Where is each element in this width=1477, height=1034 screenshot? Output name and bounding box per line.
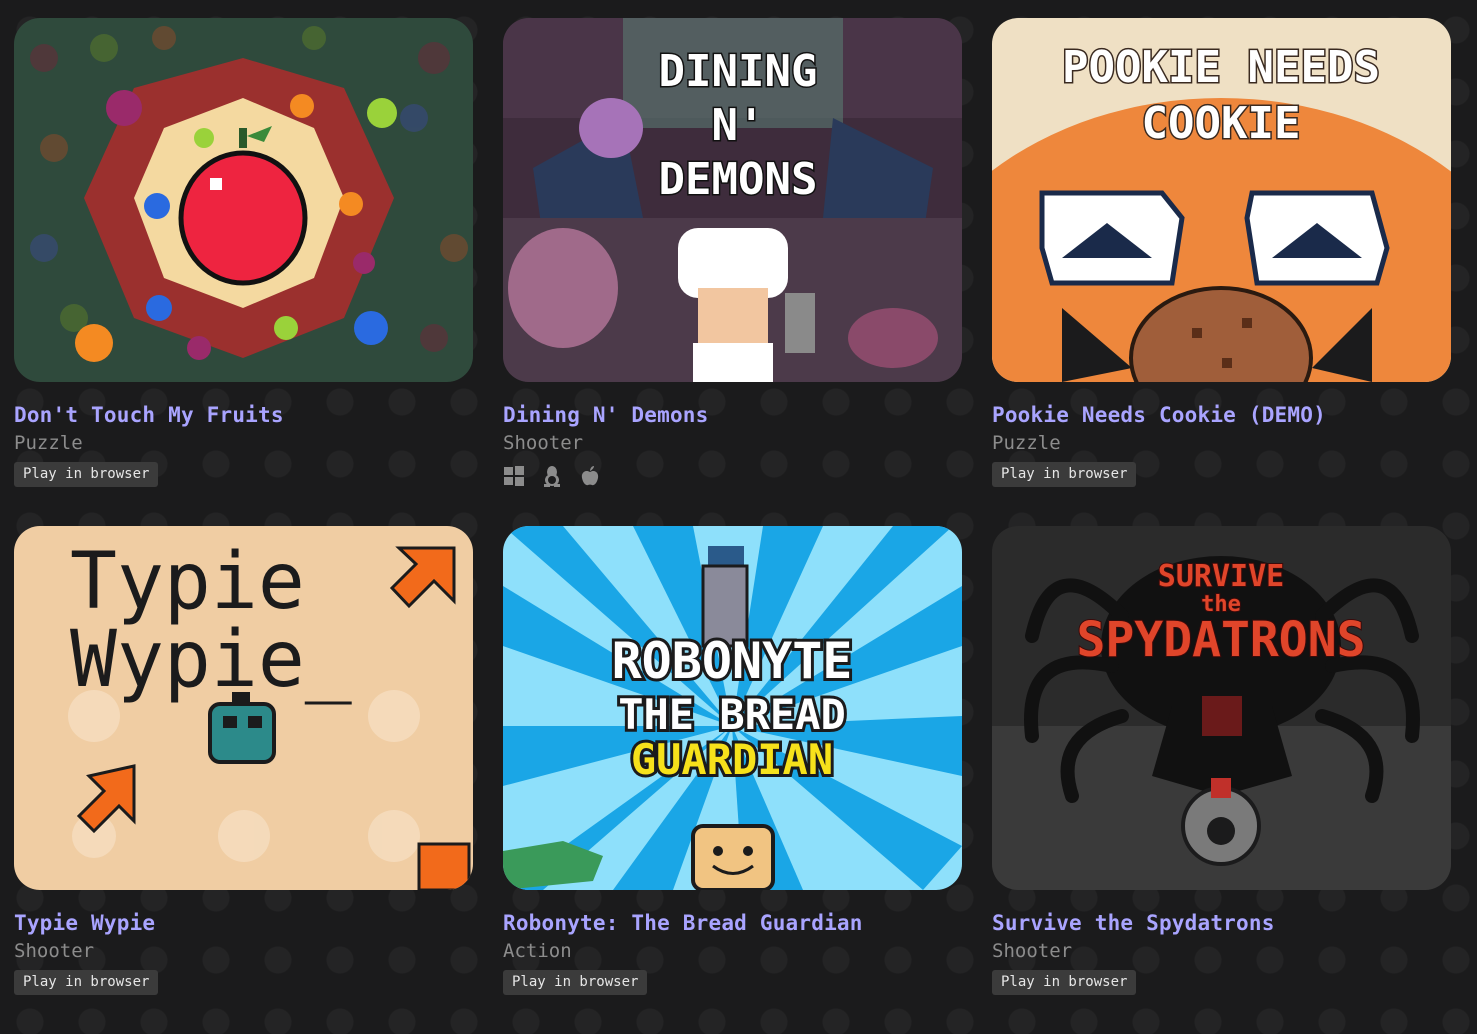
thumb-title-line: COOKIE [1142, 98, 1301, 149]
game-genre: Shooter [503, 432, 584, 454]
game-thumbnail[interactable]: Typie Wypie_ [14, 526, 473, 890]
thumb-title-line: Wypie_ [70, 615, 352, 705]
game-card[interactable]: Typie Wypie_ Typie Wypie Shooter Play in… [14, 526, 473, 1034]
play-in-browser-badge: Play in browser [992, 462, 1137, 487]
game-thumbnail[interactable]: POOKIE NEEDS COOKIE [992, 18, 1451, 382]
thumb-title-line: N' [712, 100, 765, 151]
linux-icon [541, 465, 563, 487]
game-genre: Puzzle [992, 432, 1061, 454]
game-genre: Action [503, 940, 572, 962]
game-card[interactable]: Don't Touch My Fruits Puzzle Play in bro… [14, 18, 473, 526]
game-title[interactable]: Don't Touch My Fruits [14, 402, 473, 428]
game-genre: Shooter [992, 940, 1073, 962]
play-in-browser-badge: Play in browser [992, 970, 1137, 995]
game-title[interactable]: Dining N' Demons [503, 402, 962, 428]
game-grid: Don't Touch My Fruits Puzzle Play in bro… [14, 18, 1451, 1034]
thumb-title-line: DEMONS [659, 154, 818, 205]
thumb-title-line: GUARDIAN [631, 735, 833, 784]
game-card[interactable]: SURVIVE the SPYDATRONS Survive the Spyda… [992, 526, 1451, 1034]
apple-icon [579, 465, 601, 487]
robonyte-thumbnail: ROBONYTE THE BREAD GUARDIAN [503, 526, 962, 890]
dining-demons-thumbnail: DINING N' DEMONS [503, 18, 962, 382]
windows-icon [503, 465, 525, 487]
thumb-title-line: ROBONYTE [612, 632, 853, 690]
typie-wypie-thumbnail: Typie Wypie_ [14, 526, 473, 890]
game-title[interactable]: Pookie Needs Cookie (DEMO) [992, 402, 1451, 428]
platform-icons [503, 463, 962, 489]
fruit-thumbnail [14, 18, 473, 382]
game-title[interactable]: Survive the Spydatrons [992, 910, 1451, 936]
play-in-browser-badge: Play in browser [503, 970, 648, 995]
game-title[interactable]: Typie Wypie [14, 910, 473, 936]
game-title[interactable]: Robonyte: The Bread Guardian [503, 910, 962, 936]
thumb-title-line: SURVIVE [1158, 559, 1284, 594]
play-in-browser-badge: Play in browser [14, 462, 159, 487]
game-genre: Shooter [14, 940, 95, 962]
thumb-title-line: SPYDATRONS [1077, 612, 1366, 668]
pookie-thumbnail: POOKIE NEEDS COOKIE [992, 18, 1451, 382]
thumb-title-line: POOKIE NEEDS [1062, 42, 1380, 93]
game-thumbnail[interactable]: DINING N' DEMONS [503, 18, 962, 382]
thumb-title-line: THE BREAD [618, 690, 846, 739]
game-genre: Puzzle [14, 432, 83, 454]
play-in-browser-badge: Play in browser [14, 970, 159, 995]
game-card[interactable]: ROBONYTE THE BREAD GUARDIAN Robonyte: Th… [503, 526, 962, 1034]
game-thumbnail[interactable]: SURVIVE the SPYDATRONS [992, 526, 1451, 890]
thumb-title-line: DINING [659, 46, 818, 97]
thumb-title-line: Typie [70, 537, 305, 627]
game-thumbnail[interactable]: ROBONYTE THE BREAD GUARDIAN [503, 526, 962, 890]
game-thumbnail[interactable] [14, 18, 473, 382]
spydatrons-thumbnail: SURVIVE the SPYDATRONS [992, 526, 1451, 890]
game-card[interactable]: POOKIE NEEDS COOKIE Pookie Needs Cookie … [992, 18, 1451, 526]
game-card[interactable]: DINING N' DEMONS Dining N' Demons Shoote… [503, 18, 962, 526]
